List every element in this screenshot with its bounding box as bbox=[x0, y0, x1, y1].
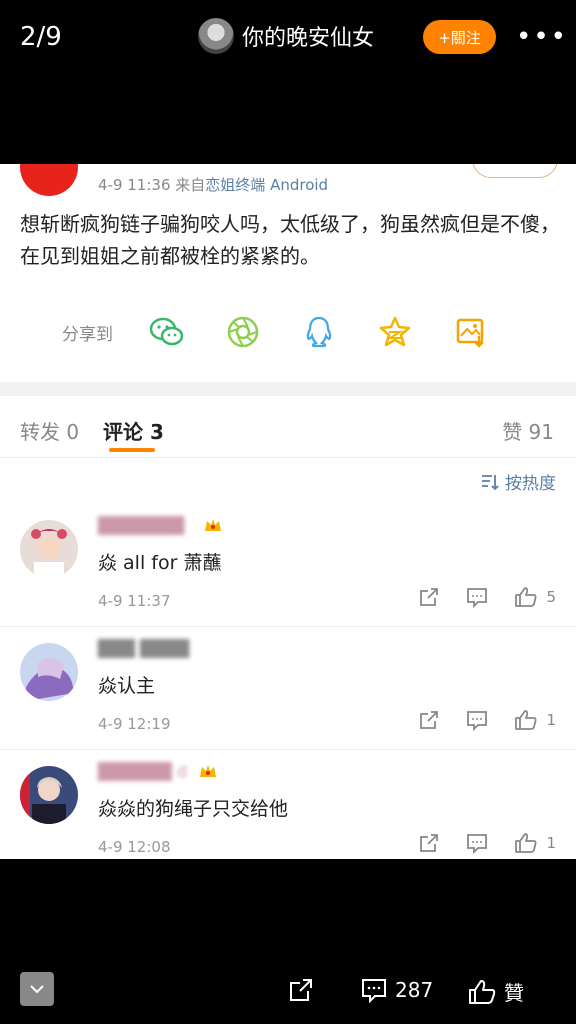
share-icon bbox=[290, 979, 312, 1001]
section-divider bbox=[0, 382, 576, 396]
like-button[interactable]: 贊 bbox=[468, 977, 524, 1006]
comment-username[interactable]: ██████ d bbox=[98, 762, 187, 781]
comment-actions: 1 bbox=[392, 709, 556, 731]
tab-comments[interactable]: 评论 3 bbox=[103, 416, 164, 445]
like-button[interactable]: 5 bbox=[514, 586, 556, 608]
share-button[interactable] bbox=[288, 977, 322, 1003]
comment-text: 焱焱的狗绳子只交给他 bbox=[98, 798, 289, 820]
post-follow-button[interactable] bbox=[472, 164, 558, 178]
sort-label: 按热度 bbox=[505, 474, 556, 494]
moments-icon[interactable] bbox=[223, 312, 263, 352]
comment-item: ███████ 焱 all for 萧蘸 4-9 11:37 5 bbox=[0, 504, 576, 627]
sort-button[interactable]: 按热度 bbox=[481, 469, 556, 494]
wechat-icon[interactable] bbox=[147, 312, 187, 352]
title-area[interactable]: 你的晚安仙女 bbox=[198, 18, 374, 54]
comment-icon bbox=[362, 979, 386, 1003]
thumbs-up-icon bbox=[515, 833, 537, 853]
chevron-down-icon bbox=[30, 985, 44, 994]
comment-text: 焱 all for 萧蘸 bbox=[98, 552, 222, 574]
reply-icon[interactable] bbox=[466, 709, 488, 731]
avatar[interactable] bbox=[20, 766, 78, 824]
repost-icon[interactable] bbox=[418, 832, 440, 854]
share-row: 分享到 bbox=[62, 312, 527, 352]
like-button[interactable]: 1 bbox=[514, 832, 556, 854]
qq-icon[interactable] bbox=[299, 312, 339, 352]
page-counter: 2/9 bbox=[20, 22, 62, 52]
reply-icon[interactable] bbox=[466, 586, 488, 608]
save-image-icon[interactable] bbox=[451, 312, 491, 352]
like-button[interactable]: 1 bbox=[514, 709, 556, 731]
post-meta: 4-9 11:36 来自恋姐终端 Android bbox=[98, 174, 328, 195]
follow-button[interactable]: +關注 bbox=[423, 20, 496, 54]
comment-username[interactable]: ███████ bbox=[98, 516, 184, 535]
post-source[interactable]: 恋姐终端 Android bbox=[205, 176, 328, 194]
comment-count: 287 bbox=[395, 978, 434, 1002]
tab-likes[interactable]: 赞 91 bbox=[502, 416, 554, 445]
comment-actions: 5 bbox=[392, 586, 556, 608]
post-card: 4-9 11:36 来自恋姐终端 Android 想斩断疯狗链子骗狗咬人吗，太低… bbox=[0, 164, 576, 859]
like-count: 5 bbox=[546, 588, 556, 606]
avatar[interactable] bbox=[198, 18, 234, 54]
author-avatar[interactable] bbox=[20, 164, 78, 196]
comment-actions: 1 bbox=[392, 832, 556, 854]
collapse-button[interactable] bbox=[20, 972, 54, 1006]
like-count: 1 bbox=[546, 834, 556, 852]
qzone-icon[interactable] bbox=[375, 312, 415, 352]
page-title: 你的晚安仙女 bbox=[242, 26, 375, 51]
active-tab-indicator bbox=[109, 448, 155, 452]
like-count: 1 bbox=[546, 711, 556, 729]
comment-text: 焱认主 bbox=[98, 675, 156, 697]
crown-badge-icon bbox=[200, 765, 216, 777]
comment-time: 4-9 12:19 bbox=[98, 715, 171, 733]
post-text: 想斩断疯狗链子骗狗咬人吗，太低级了，狗虽然疯但是不傻，在见到姐姐之前都被栓的紧紧… bbox=[20, 212, 560, 268]
like-label: 贊 bbox=[504, 981, 524, 1005]
tab-bar: 转发 0 评论 3 赞 91 bbox=[0, 396, 576, 458]
crown-badge-icon bbox=[205, 519, 221, 531]
comment-username[interactable]: ███ ████ bbox=[98, 639, 189, 658]
comment-item: ██████ d 焱焱的狗绳子只交给他 4-9 12:08 1 bbox=[0, 750, 576, 859]
comment-item: ███ ████ 焱认主 4-9 12:19 1 bbox=[0, 627, 576, 750]
top-bar: 2/9 你的晚安仙女 +關注 ••• bbox=[0, 0, 576, 164]
repost-icon[interactable] bbox=[418, 709, 440, 731]
thumbs-up-icon bbox=[515, 587, 537, 607]
post-from: 来自 bbox=[175, 176, 206, 194]
avatar[interactable] bbox=[20, 643, 78, 701]
tab-repost[interactable]: 转发 0 bbox=[20, 416, 79, 445]
post-time: 4-9 11:36 bbox=[98, 176, 171, 194]
reply-icon[interactable] bbox=[466, 832, 488, 854]
avatar[interactable] bbox=[20, 520, 78, 578]
comment-button[interactable]: 287 bbox=[361, 977, 433, 1003]
more-options-button[interactable]: ••• bbox=[516, 22, 568, 52]
bottom-bar: 287 贊 bbox=[0, 859, 576, 1024]
repost-icon[interactable] bbox=[418, 586, 440, 608]
comment-time: 4-9 12:08 bbox=[98, 838, 171, 856]
thumbs-up-icon bbox=[469, 979, 496, 1004]
sort-icon bbox=[482, 474, 499, 490]
share-label: 分享到 bbox=[62, 324, 113, 345]
comment-time: 4-9 11:37 bbox=[98, 592, 171, 610]
thumbs-up-icon bbox=[515, 710, 537, 730]
